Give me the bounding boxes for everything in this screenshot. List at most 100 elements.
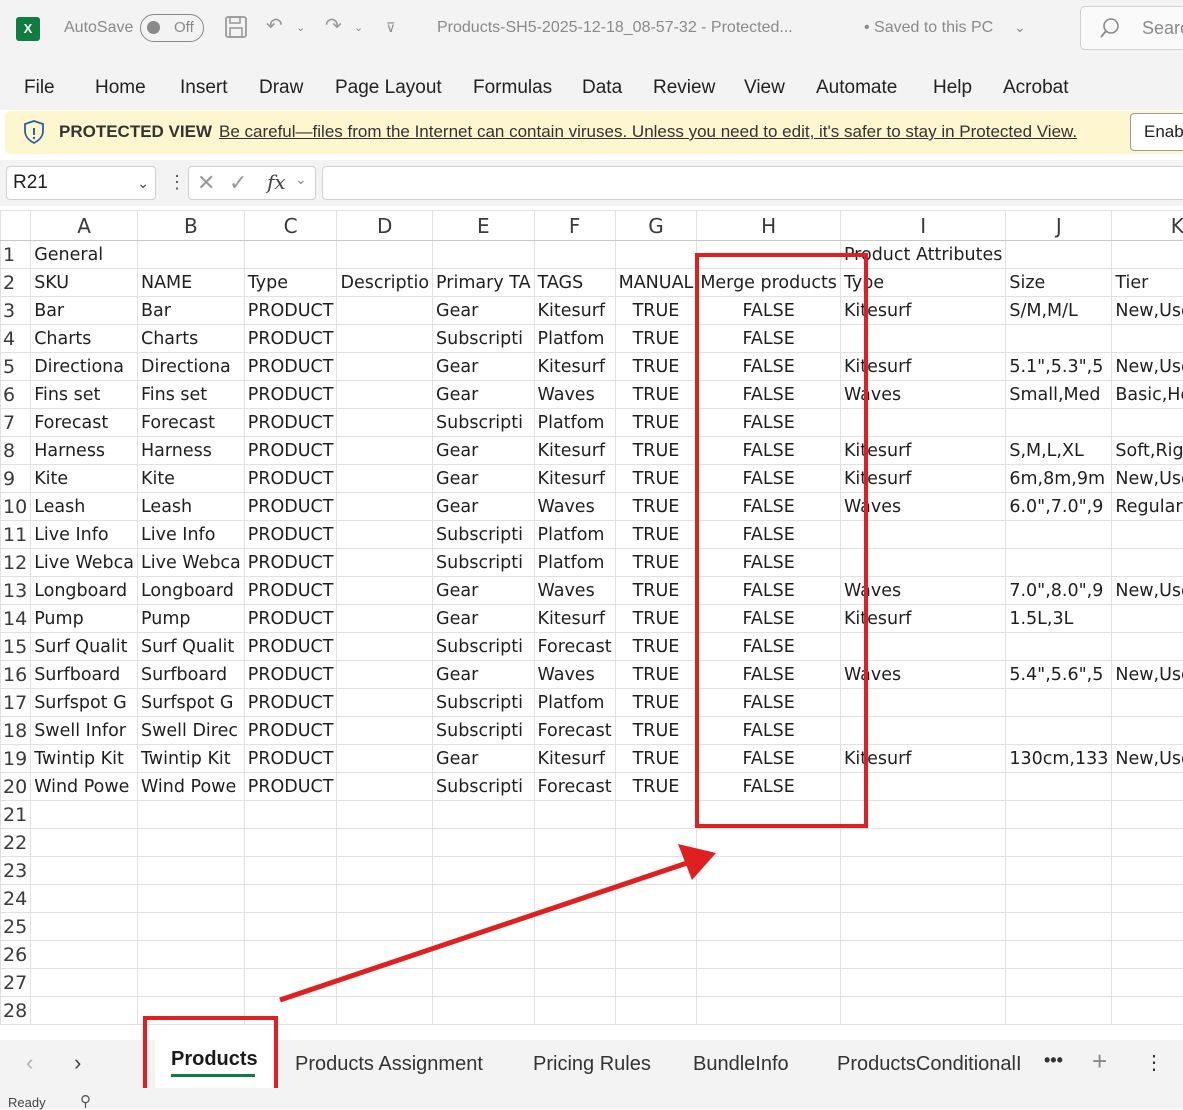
cell-c4[interactable]: PRODUCT: [244, 325, 337, 353]
redo-icon[interactable]: ↷: [325, 14, 342, 38]
cell-k11[interactable]: [1112, 521, 1183, 549]
cell-k8[interactable]: Soft,Rigid: [1112, 437, 1183, 465]
cell-a5[interactable]: Directiona: [31, 353, 138, 381]
select-all-corner[interactable]: [1, 211, 31, 241]
cell-d13[interactable]: [337, 577, 433, 605]
cell-g13[interactable]: TRUE: [615, 577, 697, 605]
cell-e4[interactable]: Subscripti: [433, 325, 535, 353]
cell-b18[interactable]: Swell Direc: [137, 717, 244, 745]
cell-a8[interactable]: Harness: [31, 437, 138, 465]
cell-k26[interactable]: [1112, 941, 1183, 969]
cell-b24[interactable]: [137, 885, 244, 913]
cell-a20[interactable]: Wind Powe: [31, 773, 138, 801]
cell-c14[interactable]: PRODUCT: [244, 605, 337, 633]
sheet-tab-pricing-rules[interactable]: Pricing Rules: [533, 1052, 651, 1076]
cell-a16[interactable]: Surfboard: [31, 661, 138, 689]
more-options-icon[interactable]: ⋮: [168, 172, 186, 193]
cell-j7[interactable]: [1006, 409, 1112, 437]
cell-g1[interactable]: [615, 241, 697, 269]
cell-d3[interactable]: [337, 297, 433, 325]
cell-e7[interactable]: Subscripti: [433, 409, 535, 437]
cell-d15[interactable]: [337, 633, 433, 661]
cell-a4[interactable]: Charts: [31, 325, 138, 353]
column-header-e[interactable]: E: [433, 211, 535, 241]
row-header[interactable]: 28: [1, 997, 31, 1025]
cell-b8[interactable]: Harness: [137, 437, 244, 465]
row-header[interactable]: 7: [1, 409, 31, 437]
cell-a9[interactable]: Kite: [31, 465, 138, 493]
row-header[interactable]: 1: [1, 241, 31, 269]
cell-d17[interactable]: [337, 689, 433, 717]
cell-a21[interactable]: [31, 801, 138, 829]
cell-j11[interactable]: [1006, 521, 1112, 549]
sheet-tab-bundleinfo[interactable]: BundleInfo: [693, 1052, 789, 1076]
cell-c18[interactable]: PRODUCT: [244, 717, 337, 745]
row-header[interactable]: 9: [1, 465, 31, 493]
cell-i28[interactable]: [840, 997, 1005, 1025]
cell-b22[interactable]: [137, 829, 244, 857]
cell-k13[interactable]: New,Used - Li: [1112, 577, 1183, 605]
cell-f2[interactable]: TAGS: [534, 269, 615, 297]
cell-i23[interactable]: [840, 857, 1005, 885]
cell-b2[interactable]: NAME: [137, 269, 244, 297]
cell-g14[interactable]: TRUE: [615, 605, 697, 633]
cell-b25[interactable]: [137, 913, 244, 941]
row-header[interactable]: 19: [1, 745, 31, 773]
cell-a10[interactable]: Leash: [31, 493, 138, 521]
row-header[interactable]: 2: [1, 269, 31, 297]
cell-k10[interactable]: Regular,Comp: [1112, 493, 1183, 521]
cell-g7[interactable]: TRUE: [615, 409, 697, 437]
cell-j1[interactable]: [1006, 241, 1112, 269]
cell-d7[interactable]: [337, 409, 433, 437]
cell-f10[interactable]: Waves: [534, 493, 615, 521]
cell-k9[interactable]: New,Used - Li: [1112, 465, 1183, 493]
cell-b14[interactable]: Pump: [137, 605, 244, 633]
cell-b1[interactable]: [137, 241, 244, 269]
row-header[interactable]: 10: [1, 493, 31, 521]
sheet-tab-productsconditional[interactable]: ProductsConditionalI: [837, 1052, 1032, 1076]
autosave-toggle[interactable]: Off: [140, 14, 204, 42]
cell-j2[interactable]: Size: [1006, 269, 1112, 297]
cell-g17[interactable]: TRUE: [615, 689, 697, 717]
cell-f3[interactable]: Kitesurf: [534, 297, 615, 325]
cell-g3[interactable]: TRUE: [615, 297, 697, 325]
cell-g21[interactable]: [615, 801, 697, 829]
cell-b17[interactable]: Surfspot G: [137, 689, 244, 717]
cell-b11[interactable]: Live Info: [137, 521, 244, 549]
cell-k20[interactable]: [1112, 773, 1183, 801]
undo-dropdown-icon[interactable]: ⌄: [296, 18, 305, 38]
row-header[interactable]: 14: [1, 605, 31, 633]
cell-a18[interactable]: Swell Infor: [31, 717, 138, 745]
cell-a25[interactable]: [31, 913, 138, 941]
cell-j23[interactable]: [1006, 857, 1112, 885]
row-header[interactable]: 5: [1, 353, 31, 381]
cell-f5[interactable]: Kitesurf: [534, 353, 615, 381]
cell-e8[interactable]: Gear: [433, 437, 535, 465]
cell-d16[interactable]: [337, 661, 433, 689]
cell-b9[interactable]: Kite: [137, 465, 244, 493]
cell-c17[interactable]: PRODUCT: [244, 689, 337, 717]
cell-c9[interactable]: PRODUCT: [244, 465, 337, 493]
cell-j4[interactable]: [1006, 325, 1112, 353]
cell-g19[interactable]: TRUE: [615, 745, 697, 773]
cell-k21[interactable]: [1112, 801, 1183, 829]
cell-b23[interactable]: [137, 857, 244, 885]
cell-d19[interactable]: [337, 745, 433, 773]
column-header-g[interactable]: G: [615, 211, 697, 241]
cell-e16[interactable]: Gear: [433, 661, 535, 689]
cell-d8[interactable]: [337, 437, 433, 465]
cell-a3[interactable]: Bar: [31, 297, 138, 325]
cell-c2[interactable]: Type: [244, 269, 337, 297]
row-header[interactable]: 15: [1, 633, 31, 661]
column-header-j[interactable]: J: [1006, 211, 1112, 241]
cell-g15[interactable]: TRUE: [615, 633, 697, 661]
cell-b5[interactable]: Directiona: [137, 353, 244, 381]
cell-j5[interactable]: 5.1",5.3",5: [1006, 353, 1112, 381]
cell-k14[interactable]: [1112, 605, 1183, 633]
cell-c7[interactable]: PRODUCT: [244, 409, 337, 437]
cell-f20[interactable]: Forecast: [534, 773, 615, 801]
cell-i27[interactable]: [840, 969, 1005, 997]
cell-b3[interactable]: Bar: [137, 297, 244, 325]
cell-e13[interactable]: Gear: [433, 577, 535, 605]
column-header-h[interactable]: H: [697, 211, 841, 241]
